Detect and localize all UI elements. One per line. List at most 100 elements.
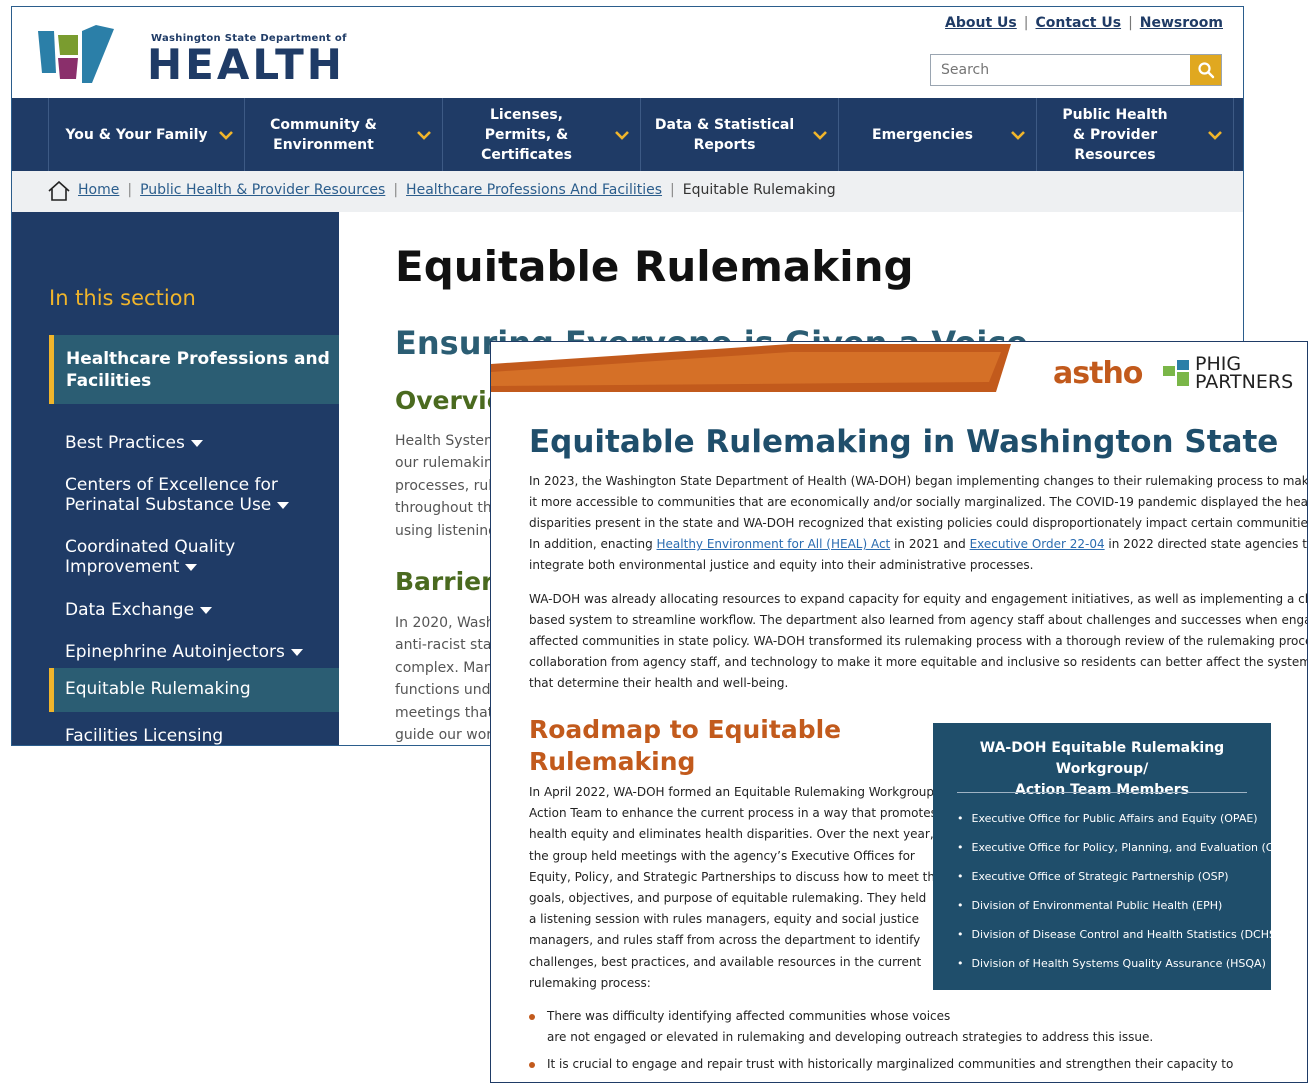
barriers-line: meetings that	[395, 705, 494, 721]
intro-line: it more accessible to communities that a…	[529, 495, 1308, 509]
nav-label: Licenses, Permits, & Certificates	[481, 106, 572, 163]
sidebar-item-best-practices[interactable]: Best Practices	[65, 433, 203, 453]
roadmap-line: In April 2022, WA-DOH formed an Equitabl…	[529, 785, 939, 799]
sidebar-item-label: Centers of Excellence for	[65, 475, 278, 495]
breadcrumb-current: Equitable Rulemaking	[682, 182, 836, 198]
overview-line: our rulemaking	[395, 455, 502, 471]
separator: |	[670, 182, 675, 198]
team-member-item: Executive Office of Strategic Partnershi…	[957, 870, 1229, 883]
report-document: astho PHIG PARTNERS Equitable Rulemaking…	[490, 341, 1308, 1083]
sidebar-item-epinephrine[interactable]: Epinephrine Autoinjectors	[65, 642, 303, 662]
roadmap-line: the group held meetings with the agency’…	[529, 849, 915, 863]
chevron-down-icon	[813, 131, 827, 140]
search-box	[930, 54, 1222, 86]
team-box-title-line: WA-DOH Equitable Rulemaking Workgroup/	[979, 740, 1225, 777]
nav-data-statistical-reports[interactable]: Data & Statistical Reports	[640, 98, 838, 171]
heal-act-link[interactable]: Healthy Environment for All (HEAL) Act	[657, 537, 891, 551]
chevron-down-icon	[219, 131, 233, 140]
team-member-item: Division of Disease Control and Health S…	[957, 928, 1281, 941]
intro-text: in 2022 directed state agencies to	[1104, 537, 1308, 551]
breadcrumb-healthcare-professions[interactable]: Healthcare Professions And Facilities	[406, 182, 662, 198]
search-input[interactable]	[931, 55, 1189, 85]
body-line: affected communities in state policy. WA…	[529, 634, 1308, 648]
barriers-line: In 2020, Wash	[395, 615, 495, 631]
barriers-line: functions unde	[395, 682, 500, 698]
astho-logo: astho	[1053, 356, 1143, 391]
overview-line: throughout the	[395, 500, 501, 516]
phig-partners-logo: PHIG PARTNERS	[1195, 355, 1294, 393]
roadmap-line: goals, objectives, and purpose of equita…	[529, 891, 927, 905]
sidebar-item-label: Epinephrine Autoinjectors	[65, 642, 285, 662]
caret-down-icon[interactable]	[185, 563, 198, 571]
sidebar-item-equitable-rulemaking[interactable]: Equitable Rulemaking	[49, 668, 339, 712]
main-nav: You & Your Family Community & Environmen…	[12, 98, 1243, 171]
bullet-item: There was difficulty identifying affecte…	[529, 1009, 950, 1023]
body-line: WA-DOH was already allocating resources …	[529, 592, 1308, 606]
contact-us-link[interactable]: Contact Us	[1035, 15, 1121, 31]
separator: |	[393, 182, 399, 198]
divider	[957, 792, 1247, 793]
team-member-item: Executive Office for Policy, Planning, a…	[957, 841, 1299, 854]
roadmap-line: health equity and eliminates health disp…	[529, 827, 934, 841]
nav-licenses-permits[interactable]: Licenses, Permits, & Certificates	[442, 98, 640, 171]
caret-down-icon[interactable]	[290, 648, 303, 656]
site-header: Washington State Department of HEALTH Ab…	[12, 7, 1243, 98]
home-icon[interactable]	[48, 181, 70, 201]
team-member-item: Division of Health Systems Quality Assur…	[957, 957, 1266, 970]
doh-logo[interactable]: Washington State Department of HEALTH	[34, 17, 346, 91]
overview-line: processes, rule	[395, 478, 501, 494]
roadmap-heading: Roadmap to Equitable Rulemaking	[529, 714, 841, 778]
chevron-down-icon	[1011, 131, 1025, 140]
sidebar-item-data-exchange[interactable]: Data Exchange	[65, 600, 213, 620]
breadcrumb-public-health[interactable]: Public Health & Provider Resources	[140, 182, 385, 198]
intro-line: integrate both environmental justice and…	[529, 558, 1034, 572]
search-button[interactable]	[1190, 55, 1221, 85]
nav-community-environment[interactable]: Community & Environment	[244, 98, 442, 171]
partners-logo-text: PARTNERS	[1195, 371, 1294, 393]
sidebar-item-label: Data Exchange	[65, 600, 195, 620]
caret-down-icon[interactable]	[200, 606, 213, 614]
page-title: Equitable Rulemaking	[395, 242, 914, 291]
bullet-text: There was difficulty identifying affecte…	[547, 1009, 951, 1023]
sidebar-current-section[interactable]: Healthcare Professions and Facilities	[49, 335, 339, 404]
caret-down-icon[interactable]	[190, 439, 203, 447]
nav-label: Data & Statistical Reports	[654, 116, 795, 153]
roadmap-heading-line: Rulemaking	[529, 747, 696, 776]
executive-order-link[interactable]: Executive Order 22-04	[970, 537, 1105, 551]
section-sidebar: In this section Healthcare Professions a…	[12, 212, 339, 745]
sidebar-item-label: Perinatal Substance Use	[65, 495, 272, 515]
overview-line: Health Systems	[395, 433, 505, 449]
sidebar-item-centers-of-excellence[interactable]: Centers of Excellence for Perinatal Subst…	[65, 475, 290, 515]
utility-links: About Us | Contact Us | Newsroom	[945, 15, 1223, 31]
document-title: Equitable Rulemaking in Washington State	[529, 424, 1279, 460]
breadcrumb-home[interactable]: Home	[78, 182, 119, 198]
team-member-item: Executive Office for Public Affairs and …	[957, 812, 1258, 825]
nav-you-and-your-family[interactable]: You & Your Family	[48, 98, 244, 171]
nav-public-health-provider[interactable]: Public Health & Provider Resources	[1036, 98, 1234, 171]
bullet-dot-icon	[529, 1061, 535, 1068]
intro-line: disparities present in the state and WA-…	[529, 516, 1308, 530]
sidebar-item-coordinated-quality[interactable]: Coordinated Quality Improvement	[65, 537, 235, 577]
bullet-continuation: are not engaged or elevated in rulemakin…	[547, 1030, 1154, 1044]
logo-health-text: HEALTH	[147, 40, 345, 89]
separator: |	[127, 182, 133, 198]
about-us-link[interactable]: About Us	[945, 15, 1017, 31]
overview-line: using listening	[395, 523, 497, 539]
sidebar-item-facilities-licensing[interactable]: Facilities Licensing	[65, 726, 223, 745]
barriers-line: guide our wor	[395, 727, 493, 743]
caret-down-icon[interactable]	[277, 501, 290, 509]
search-icon	[1197, 62, 1214, 79]
sidebar-item-label: Best Practices	[65, 433, 185, 453]
roadmap-line: Action Team to enhance the current proce…	[529, 806, 937, 820]
separator: |	[1128, 15, 1133, 31]
sidebar-title: In this section	[49, 286, 196, 310]
newsroom-link[interactable]: Newsroom	[1140, 15, 1223, 31]
bullet-text: It is crucial to engage and repair trust…	[547, 1057, 1234, 1071]
roadmap-heading-line: Roadmap to Equitable	[529, 715, 842, 744]
chevron-down-icon	[1208, 131, 1222, 140]
chevron-down-icon	[615, 131, 629, 140]
nav-emergencies[interactable]: Emergencies	[838, 98, 1036, 171]
body-line: collaboration from agency staff, and tec…	[529, 655, 1308, 669]
roadmap-line: Equity, Policy, and Strategic Partnershi…	[529, 870, 943, 884]
intro-line: In addition, enacting Healthy Environmen…	[529, 537, 1308, 551]
